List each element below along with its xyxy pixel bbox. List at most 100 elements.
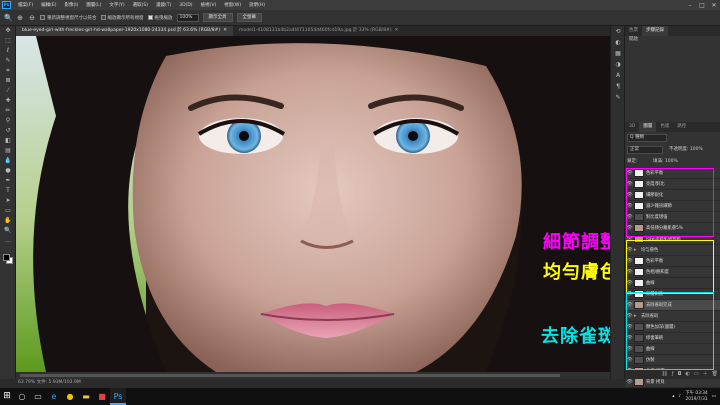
scrollbar-thumb[interactable] bbox=[20, 374, 560, 377]
zoom-tool-side-icon[interactable]: 🔍 bbox=[0, 226, 16, 236]
app-icon[interactable]: ■ bbox=[94, 388, 110, 405]
lasso-tool-icon[interactable]: ℓ bbox=[0, 46, 16, 56]
history-item[interactable]: 開啟 bbox=[625, 36, 720, 44]
file-explorer-icon[interactable]: ▬ bbox=[78, 388, 94, 405]
tab-document-2[interactable]: model1-4108131b4b2a4f4711054d460fcd19a.j… bbox=[233, 26, 404, 36]
photoshop-taskbar-icon[interactable]: Ps bbox=[110, 388, 126, 405]
tab-history[interactable]: 步驟記錄 bbox=[642, 26, 668, 36]
opacity-field[interactable]: 不透明度: 100% bbox=[669, 146, 703, 152]
document-canvas[interactable] bbox=[16, 36, 610, 372]
adjustment-layer-icon[interactable]: ◐ bbox=[686, 370, 690, 379]
menu-3d[interactable]: 3D(D) bbox=[175, 3, 196, 8]
zoom-tool-icon[interactable]: 🔍 bbox=[4, 14, 13, 22]
zoom-all-label: 縮放顯示所有視窗 bbox=[107, 15, 144, 21]
eraser-tool-icon[interactable]: ◧ bbox=[0, 136, 16, 146]
menu-view[interactable]: 檢視(V) bbox=[197, 2, 221, 8]
windows-taskbar: ⊞ ○ ▭ e ● ▬ ■ Ps ▴ ♪ 下午 03:34 2019/7/31 … bbox=[0, 388, 720, 405]
network-icon[interactable]: ▴ bbox=[672, 394, 674, 399]
fill-screen-button[interactable]: 全螢幕 bbox=[236, 13, 262, 22]
fit-screen-button[interactable]: 顯示全頁 bbox=[202, 13, 233, 22]
quick-select-tool-icon[interactable]: ✎ bbox=[0, 56, 16, 66]
overlay-remove-freckles: 去除雀斑 bbox=[541, 326, 617, 347]
system-tray: ▴ ♪ 下午 03:34 2019/7/31 ▭ bbox=[672, 391, 720, 402]
menu-select[interactable]: 選取(S) bbox=[129, 2, 152, 8]
menu-help[interactable]: 說明(H) bbox=[245, 2, 269, 8]
tab-layers[interactable]: 圖層 bbox=[639, 122, 657, 132]
zoom-field[interactable]: 100% bbox=[176, 13, 199, 22]
panel-icon-strip: ⟲ ◐ ▦ ◑ A ¶ ✎ bbox=[610, 26, 624, 379]
brush-panel-icon[interactable]: ✎ bbox=[611, 92, 625, 103]
layer-filter-select[interactable]: Q 種類 bbox=[627, 134, 667, 142]
character-panel-icon[interactable]: A bbox=[611, 70, 625, 81]
history-panel-icon[interactable]: ⟲ bbox=[611, 26, 625, 37]
chrome-icon[interactable]: ● bbox=[62, 388, 78, 405]
history-brush-tool-icon[interactable]: ↺ bbox=[0, 126, 16, 136]
zoom-in-icon[interactable]: ⊕ bbox=[16, 14, 24, 22]
menu-bar: Ps 檔案(F) 編輯(E) 影像(I) 圖層(L) 文字(Y) 選取(S) 濾… bbox=[0, 0, 720, 10]
mask-icon[interactable]: ◘ bbox=[678, 370, 682, 379]
hand-tool-icon[interactable]: ✋ bbox=[0, 216, 16, 226]
window-controls: – □ ✕ bbox=[684, 2, 720, 9]
notification-icon[interactable]: ▭ bbox=[712, 394, 716, 399]
menu-edit[interactable]: 編輯(E) bbox=[37, 2, 60, 8]
dodge-tool-icon[interactable]: ● bbox=[0, 166, 16, 176]
visibility-eye-icon[interactable]: 👁 bbox=[625, 379, 634, 385]
tab-channels[interactable]: 色版 bbox=[656, 122, 673, 132]
fill-field[interactable]: 填滿: 100% bbox=[653, 159, 678, 164]
tab-document-1[interactable]: blue-eyed-girl-with-freckles-girl-hd-wal… bbox=[16, 26, 233, 36]
eyedropper-tool-icon[interactable]: ⁄ bbox=[0, 86, 16, 96]
gradient-tool-icon[interactable]: ▤ bbox=[0, 146, 16, 156]
marquee-tool-icon[interactable]: ⬚ bbox=[0, 36, 16, 46]
trash-icon[interactable]: 🗑 bbox=[712, 370, 718, 379]
menu-layer[interactable]: 圖層(L) bbox=[82, 2, 105, 8]
menu-type[interactable]: 文字(Y) bbox=[105, 2, 128, 8]
blend-mode-select[interactable]: 正常 bbox=[627, 146, 663, 154]
volume-icon[interactable]: ♪ bbox=[679, 394, 682, 399]
tab-swatches[interactable]: 色票 bbox=[625, 26, 642, 36]
search-icon[interactable]: ○ bbox=[14, 388, 30, 405]
color-panel-icon[interactable]: ◐ bbox=[611, 37, 625, 48]
more-tools-icon[interactable]: … bbox=[0, 236, 16, 246]
skin-tone-group-highlight bbox=[626, 240, 714, 294]
foreground-color-swatch[interactable] bbox=[3, 254, 10, 261]
minimize-icon[interactable]: – bbox=[684, 2, 696, 9]
paragraph-panel-icon[interactable]: ¶ bbox=[611, 81, 625, 92]
crop-tool-icon[interactable]: ⌗ bbox=[0, 66, 16, 76]
healing-brush-tool-icon[interactable]: ✚ bbox=[0, 96, 16, 106]
edge-browser-icon[interactable]: e bbox=[46, 388, 62, 405]
menu-filter[interactable]: 濾鏡(T) bbox=[152, 2, 175, 8]
type-tool-icon[interactable]: T bbox=[0, 186, 16, 196]
clock[interactable]: 下午 03:34 2019/7/31 bbox=[685, 391, 707, 402]
brush-tool-icon[interactable]: ✏ bbox=[0, 106, 16, 116]
new-layer-icon[interactable]: ＋ bbox=[703, 370, 708, 379]
pen-tool-icon[interactable]: ✒ bbox=[0, 176, 16, 186]
maximize-icon[interactable]: □ bbox=[696, 2, 708, 9]
clone-stamp-tool-icon[interactable]: ⚲ bbox=[0, 116, 16, 126]
scrubby-zoom-checkbox[interactable]: 拖曳縮放 bbox=[147, 15, 173, 21]
close-tab-icon[interactable]: ✕ bbox=[223, 28, 227, 33]
menu-file[interactable]: 檔案(F) bbox=[14, 2, 37, 8]
close-tab-icon[interactable]: ✕ bbox=[395, 28, 399, 33]
shape-tool-icon[interactable]: ▭ bbox=[0, 206, 16, 216]
fx-icon[interactable]: ƒ bbox=[672, 370, 674, 379]
layer-name: 背景 拷貝 bbox=[646, 380, 665, 385]
task-view-icon[interactable]: ▭ bbox=[30, 388, 46, 405]
adjustments-panel-icon[interactable]: ◑ bbox=[611, 59, 625, 70]
resize-windows-checkbox[interactable]: 重新調整視窗尺寸以符合 bbox=[40, 15, 97, 21]
move-tool-icon[interactable]: ✥ bbox=[0, 26, 16, 36]
link-layers-icon[interactable]: ⛓ bbox=[661, 370, 667, 379]
tab-3d[interactable]: 3D bbox=[625, 122, 639, 132]
zoom-out-icon[interactable]: ⊖ bbox=[28, 14, 36, 22]
windows-start-icon[interactable]: ⊞ bbox=[0, 388, 14, 405]
tab-paths[interactable]: 路徑 bbox=[673, 122, 690, 132]
horizontal-scrollbar[interactable] bbox=[16, 372, 610, 379]
menu-window[interactable]: 視窗(W) bbox=[220, 2, 245, 8]
menu-image[interactable]: 影像(I) bbox=[60, 2, 82, 8]
new-group-icon[interactable]: ▭ bbox=[694, 370, 699, 379]
swatches-panel-icon[interactable]: ▦ bbox=[611, 48, 625, 59]
zoom-all-checkbox[interactable]: 縮放顯示所有視窗 bbox=[100, 15, 144, 21]
close-icon[interactable]: ✕ bbox=[708, 2, 720, 9]
blur-tool-icon[interactable]: 💧 bbox=[0, 156, 16, 166]
path-select-tool-icon[interactable]: ➤ bbox=[0, 196, 16, 206]
frame-tool-icon[interactable]: ⊠ bbox=[0, 76, 16, 86]
